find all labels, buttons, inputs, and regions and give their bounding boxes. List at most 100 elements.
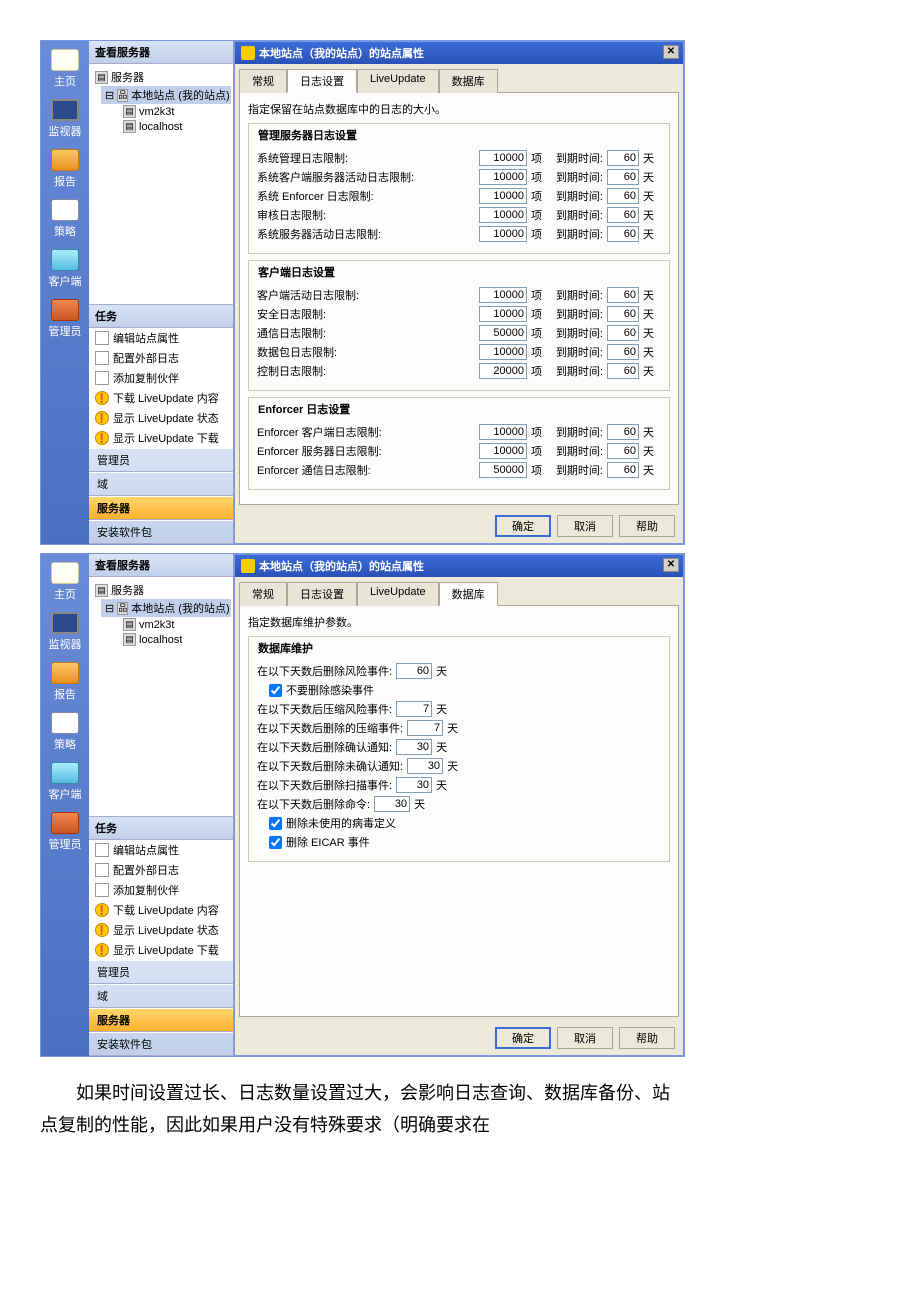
days-input[interactable] (396, 777, 432, 793)
limit-input[interactable] (479, 443, 527, 459)
dialog-titlebar: 本地站点（我的站点）的站点属性 ✕ (235, 555, 683, 577)
help-button[interactable]: 帮助 (619, 515, 675, 537)
expand-icon[interactable]: ⊟ (105, 602, 114, 615)
nav-client[interactable]: 客户端 (45, 758, 85, 806)
nav-admin[interactable]: 管理员 (45, 808, 85, 856)
limit-input[interactable] (479, 188, 527, 204)
limit-input[interactable] (479, 325, 527, 341)
row-label: 在以下天数后删除命令: (257, 796, 370, 812)
nav-monitor[interactable]: 监视器 (45, 95, 85, 143)
days-input[interactable] (396, 701, 432, 717)
expire-input[interactable] (607, 207, 639, 223)
help-button[interactable]: 帮助 (619, 1027, 675, 1049)
db-checkbox[interactable]: 删除未使用的病毒定义 (269, 815, 661, 831)
task-ext[interactable]: 配置外部日志 (89, 860, 233, 880)
bottombar-domain[interactable]: 域 (89, 984, 233, 1008)
tab-2[interactable]: LiveUpdate (357, 69, 439, 93)
days-input[interactable] (374, 796, 410, 812)
checkbox-input[interactable] (269, 817, 282, 830)
expire-input[interactable] (607, 169, 639, 185)
bottombar-server[interactable]: 服务器 (89, 496, 233, 520)
checkbox-input[interactable] (269, 684, 282, 697)
bottombar-domain[interactable]: 域 (89, 472, 233, 496)
ok-button[interactable]: 确定 (495, 1027, 551, 1049)
expire-input[interactable] (607, 344, 639, 360)
days-input[interactable] (396, 663, 432, 679)
expire-input[interactable] (607, 363, 639, 379)
limit-input[interactable] (479, 150, 527, 166)
dialog-tabs: 常规日志设置LiveUpdate数据库 (235, 64, 683, 92)
task-dl[interactable]: ❗下载 LiveUpdate 内容 (89, 900, 233, 920)
db-row: 在以下天数后删除扫描事件:天 (257, 777, 661, 793)
expire-input[interactable] (607, 325, 639, 341)
db-checkbox[interactable]: 删除 EICAR 事件 (269, 834, 661, 850)
limit-input[interactable] (479, 306, 527, 322)
task-edit[interactable]: 编辑站点属性 (89, 840, 233, 860)
bottombar-admin[interactable]: 管理员 (89, 448, 233, 472)
limit-input[interactable] (479, 226, 527, 242)
task-sd[interactable]: ❗显示 LiveUpdate 下载 (89, 940, 233, 960)
limit-input[interactable] (479, 462, 527, 478)
bottombar-server[interactable]: 服务器 (89, 1008, 233, 1032)
nav-home[interactable]: 主页 (45, 558, 85, 606)
task-rep[interactable]: 添加复制伙伴 (89, 880, 233, 900)
nav-policy[interactable]: 策略 (45, 195, 85, 243)
limit-input[interactable] (479, 363, 527, 379)
limit-input[interactable] (479, 207, 527, 223)
task-rep[interactable]: 添加复制伙伴 (89, 368, 233, 388)
db-checkbox[interactable]: 不要删除感染事件 (269, 682, 661, 698)
footer-paragraph: 如果时间设置过长、日志数量设置过大，会影响日志查询、数据库备份、站点复制的性能，… (40, 1077, 685, 1142)
tab-3[interactable]: 数据库 (439, 69, 498, 93)
checkbox-input[interactable] (269, 836, 282, 849)
expand-icon[interactable]: ⊟ (105, 89, 114, 102)
close-icon[interactable]: ✕ (663, 45, 679, 59)
expire-input[interactable] (607, 287, 639, 303)
cancel-button[interactable]: 取消 (557, 515, 613, 537)
expire-input[interactable] (607, 226, 639, 242)
expire-input[interactable] (607, 462, 639, 478)
task-edit[interactable]: 编辑站点属性 (89, 328, 233, 348)
limit-input[interactable] (479, 169, 527, 185)
close-icon[interactable]: ✕ (663, 558, 679, 572)
limit-input[interactable] (479, 287, 527, 303)
bottombar-admin[interactable]: 管理员 (89, 960, 233, 984)
bottombar-pkg[interactable]: 安装软件包 (89, 520, 233, 544)
expire-label: 到期时间: (553, 462, 603, 478)
task-dl[interactable]: ❗下载 LiveUpdate 内容 (89, 388, 233, 408)
tab-0[interactable]: 常规 (239, 582, 287, 606)
dialog-titlebar: 本地站点（我的站点）的站点属性 ✕ (235, 42, 683, 64)
task-sd[interactable]: ❗显示 LiveUpdate 下载 (89, 428, 233, 448)
limit-input[interactable] (479, 424, 527, 440)
tab-1[interactable]: 日志设置 (287, 69, 357, 93)
task-st[interactable]: ❗显示 LiveUpdate 状态 (89, 920, 233, 940)
tab-1[interactable]: 日志设置 (287, 582, 357, 606)
ok-button[interactable]: 确定 (495, 515, 551, 537)
nav-home[interactable]: 主页 (45, 45, 85, 93)
tree-header: 查看服务器 (89, 41, 233, 64)
task-st[interactable]: ❗显示 LiveUpdate 状态 (89, 408, 233, 428)
server-tree[interactable]: ▤服务器 ⊟品本地站点 (我的站点) ▤vm2k3t ▤localhost (89, 577, 233, 816)
limit-input[interactable] (479, 344, 527, 360)
nav-policy[interactable]: 策略 (45, 708, 85, 756)
task-ext[interactable]: 配置外部日志 (89, 348, 233, 368)
nav-report[interactable]: 报告 (45, 145, 85, 193)
expire-input[interactable] (607, 150, 639, 166)
expire-input[interactable] (607, 188, 639, 204)
expire-input[interactable] (607, 306, 639, 322)
server-tree[interactable]: ▤服务器 ⊟品本地站点 (我的站点) ▤vm2k3t ▤localhost (89, 64, 233, 304)
left-nav: 主页监视器报告策略客户端管理员 (41, 554, 89, 1056)
nav-client[interactable]: 客户端 (45, 245, 85, 293)
nav-report[interactable]: 报告 (45, 658, 85, 706)
nav-monitor[interactable]: 监视器 (45, 608, 85, 656)
tab-3[interactable]: 数据库 (439, 582, 498, 606)
bottombar-pkg[interactable]: 安装软件包 (89, 1032, 233, 1056)
expire-input[interactable] (607, 424, 639, 440)
days-input[interactable] (407, 758, 443, 774)
days-input[interactable] (396, 739, 432, 755)
expire-input[interactable] (607, 443, 639, 459)
tab-2[interactable]: LiveUpdate (357, 582, 439, 606)
days-input[interactable] (407, 720, 443, 736)
nav-admin[interactable]: 管理员 (45, 295, 85, 343)
cancel-button[interactable]: 取消 (557, 1027, 613, 1049)
tab-0[interactable]: 常规 (239, 69, 287, 93)
